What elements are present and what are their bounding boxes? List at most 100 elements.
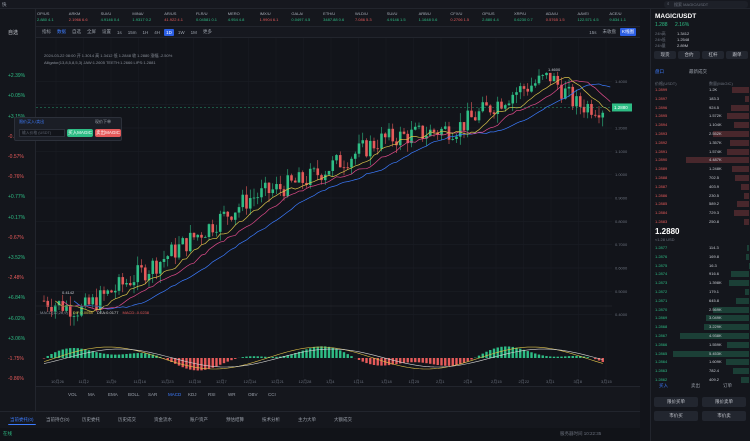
watch-change[interactable]: +0.77%	[8, 194, 25, 200]
book-row[interactable]: 1.2868 3.229K	[653, 324, 749, 331]
book-row[interactable]: 1.2896 924.5	[653, 104, 749, 111]
toolbar-item[interactable]: 更多	[201, 28, 214, 36]
market-type-button[interactable]: 杠杆	[702, 51, 724, 59]
indicator-toggle[interactable]: MACD	[166, 391, 183, 398]
bottom-tab[interactable]: 预估结算	[224, 416, 246, 424]
book-row[interactable]: 1.2897 183.3	[653, 95, 749, 102]
watch-change[interactable]: -0.86%	[8, 376, 24, 382]
book-row[interactable]: 1.2885 589.2	[653, 201, 749, 208]
book-row[interactable]: 1.2869 3.049K	[653, 315, 749, 322]
quick-order-button[interactable]: 限价买单	[654, 397, 698, 407]
watch-change[interactable]: +2.39%	[8, 73, 25, 79]
ticker-item[interactable]: XRP/U 0.62300.7	[513, 9, 545, 26]
market-type-button[interactable]: 合约	[678, 51, 700, 59]
book-row[interactable]: 1.2864 1.609K	[653, 359, 749, 366]
toolbar-item[interactable]: 全屏	[85, 28, 98, 36]
ticker-item[interactable]: MINA/1.93170.2	[131, 9, 163, 26]
indicator-toggle[interactable]: OBV	[246, 391, 260, 398]
book-row[interactable]: 1.2887 403.9	[653, 183, 749, 190]
toolbar-item[interactable]: 指标	[40, 28, 53, 36]
ticker-item[interactable]: OP/US 2.8804.1	[36, 9, 68, 26]
book-row[interactable]: 1.2884 729.3	[653, 210, 749, 217]
book-row[interactable]: 1.2883 250.8	[653, 219, 749, 225]
book-row[interactable]: 1.2886 230.5	[653, 192, 749, 199]
ticker-item[interactable]: OP/US 2.8804.4	[481, 9, 513, 26]
ticker-item[interactable]: AR/US 41.9224.1	[163, 9, 195, 26]
ticker-item[interactable]: ADA/U 0.57651.5	[545, 9, 577, 26]
book-row[interactable]: 1.2889 1.248K	[653, 166, 749, 173]
toolbar-item[interactable]: 1H	[141, 29, 151, 36]
ticker-item[interactable]: ARKM 2.19666.6	[68, 9, 100, 26]
bottom-tab[interactable]: 主力大单	[296, 416, 318, 424]
toolbar-item[interactable]: 1M	[189, 29, 199, 36]
indicator-toggle[interactable]: CCI	[266, 391, 278, 398]
book-row[interactable]: 1.2870 2.569K	[653, 306, 749, 313]
ticker-item[interactable]: IMX/U 1.99046.1	[259, 9, 291, 26]
book-row[interactable]: 1.2867 4.938K	[653, 333, 749, 339]
ticker-item[interactable]: ACE/U 9.8341.1	[608, 9, 640, 26]
indicator-toggle[interactable]: EMA	[106, 391, 120, 398]
book-row[interactable]: 1.2865 5.453K	[653, 350, 749, 357]
toolbar-item[interactable]: 数据	[55, 28, 68, 36]
watch-change[interactable]: -0.57%	[8, 154, 24, 160]
sell-button[interactable]: 卖出MAGIC	[95, 129, 121, 137]
indicator-toggle[interactable]: MA	[86, 391, 97, 398]
watch-change[interactable]: -1.75%	[8, 356, 24, 362]
search-box[interactable]: ⌕ 搜索 MAGIC/USDT	[664, 1, 748, 8]
book-row[interactable]: 1.2875 16.3	[653, 262, 749, 269]
watch-change[interactable]: -0.67%	[8, 235, 24, 241]
watch-change[interactable]: +3.52%	[8, 255, 25, 261]
book-row[interactable]: 1.2872 179.1	[653, 289, 749, 295]
bottom-tab[interactable]: 资金流水	[152, 416, 174, 424]
toolbar-item[interactable]: 1D	[164, 28, 174, 36]
market-order-link[interactable]: 现价下单	[95, 119, 111, 125]
book-row[interactable]: 1.2893 2.552K	[653, 131, 749, 137]
book-row[interactable]: 1.2899 1.2K	[653, 87, 749, 93]
toolbar-item[interactable]: 1s	[115, 29, 124, 36]
book-row[interactable]: 1.2894 1.104K	[653, 122, 749, 129]
indicator-toggle[interactable]: RSI	[206, 391, 218, 398]
toolbar-item[interactable]: 15m	[126, 29, 139, 36]
book-row[interactable]: 1.2863 782.4	[653, 368, 749, 375]
quick-order-button[interactable]: 限价卖单	[702, 397, 746, 407]
book-row[interactable]: 1.2888 702.5	[653, 175, 749, 181]
trade-tab[interactable]: 卖出	[691, 383, 700, 389]
ticker-item[interactable]: ETH/U 3487.880.6	[322, 9, 354, 26]
indicator-toggle[interactable]: BOLL	[126, 391, 142, 398]
toolbar-item[interactable]: 设置	[100, 28, 113, 36]
book-row[interactable]: 1.2891 1.574K	[653, 148, 749, 155]
quick-order-button[interactable]: 市价卖	[702, 411, 746, 421]
book-row[interactable]: 1.2866 1.559K	[653, 341, 749, 348]
toolbar-item[interactable]: 1W	[176, 29, 187, 36]
bottom-tab[interactable]: 账户资产	[188, 416, 210, 424]
trade-tab[interactable]: 买入	[659, 383, 668, 389]
bottom-tab[interactable]: 当前持仓(0)	[44, 416, 72, 424]
watch-change[interactable]: +3.06%	[8, 336, 25, 342]
ticker-item[interactable]: SUI/U 4.91461.5	[386, 9, 418, 26]
candlestick-chart[interactable]: 1.40001.30001.20001.10001.00000.90000.80…	[36, 38, 640, 386]
toolbar-item[interactable]: 4H	[152, 29, 162, 36]
ticker-item[interactable]: MERO 4.9544.8	[227, 9, 259, 26]
bottom-tab[interactable]: 技术分析	[260, 416, 282, 424]
watch-change[interactable]: -2.48%	[8, 275, 24, 281]
watch-change[interactable]: +6.84%	[8, 295, 25, 301]
book-row[interactable]: 1.2874 916.6	[653, 271, 749, 278]
indicator-toggle[interactable]: KDJ	[186, 391, 199, 398]
bottom-tab[interactable]: 历史委托	[80, 416, 102, 424]
ticker-item[interactable]: FLR/U 0.045810.1	[195, 9, 227, 26]
interval-select[interactable]: 15s	[587, 29, 598, 36]
buy-button[interactable]: 买入MAGIC	[67, 129, 93, 137]
book-row[interactable]: 1.2873 1.398K	[653, 280, 749, 287]
bottom-tab[interactable]: 大额成交	[332, 416, 354, 424]
trade-tab[interactable]: 订单	[723, 383, 732, 389]
watch-change[interactable]: -0.76%	[8, 174, 24, 180]
ticker-item[interactable]: CFX/U 0.27061.5	[449, 9, 481, 26]
watch-change[interactable]: 自选	[8, 29, 18, 36]
ticker-item[interactable]: ARB/U 1.16480.6	[418, 9, 450, 26]
book-row[interactable]: 1.2871 645.8	[653, 297, 749, 304]
bottom-tab[interactable]: 历史成交	[116, 416, 138, 424]
book-row[interactable]: 1.2876 169.8	[653, 253, 749, 260]
ticker-item[interactable]: WLD/U 7.0865.3	[354, 9, 386, 26]
kline-tag[interactable]: K线图	[619, 28, 636, 36]
watch-change[interactable]: +0.17%	[8, 215, 25, 221]
